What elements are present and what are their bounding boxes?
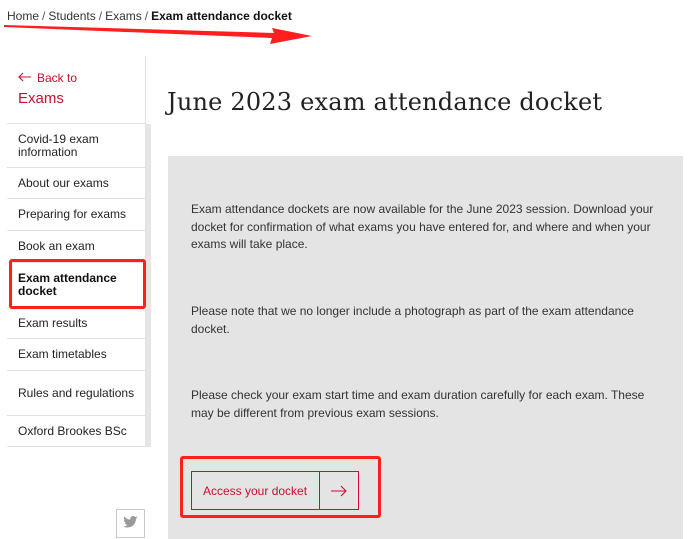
arrow-left-icon: [18, 71, 32, 85]
sidebar-item-covid-19-exam-information[interactable]: Covid-19 exam information: [7, 124, 145, 168]
twitter-icon: [123, 515, 138, 533]
annotation-highlight-button: [180, 456, 381, 518]
annotation-highlight-nav: [9, 259, 146, 309]
photo-note-paragraph: Please note that we no longer include a …: [191, 304, 634, 336]
page-title: June 2023 exam attendance docket: [167, 88, 603, 116]
sidebar-item-exam-timetables[interactable]: Exam timetables: [7, 339, 145, 371]
sidebar-item-oxford-brookes-bsc[interactable]: Oxford Brookes BSc: [7, 416, 145, 447]
sidebar-item-preparing-for-exams[interactable]: Preparing for exams: [7, 199, 145, 231]
annotation-arrow: [4, 25, 312, 44]
sidebar: Back to Exams Covid-19 exam information …: [7, 56, 151, 447]
exam-time-note-paragraph: Please check your exam start time and ex…: [191, 388, 645, 420]
back-prefix: Back to: [37, 71, 78, 85]
intro-paragraph: Exam attendance dockets are now availabl…: [191, 202, 654, 251]
twitter-share-button[interactable]: [116, 509, 145, 538]
back-to-exams-link[interactable]: Back to Exams: [7, 56, 145, 123]
sidebar-item-rules-and-regulations[interactable]: Rules and regulations: [7, 371, 145, 416]
back-target: Exams: [18, 90, 64, 107]
sidebar-item-about-our-exams[interactable]: About our exams: [7, 168, 145, 199]
sidebar-item-exam-results[interactable]: Exam results: [7, 308, 145, 339]
